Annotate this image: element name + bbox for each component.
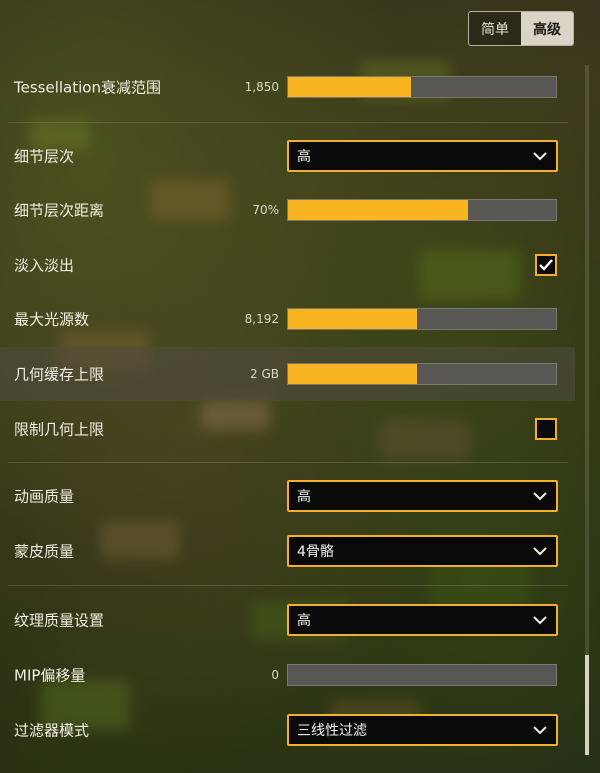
setting-label: 动画质量 bbox=[14, 487, 75, 506]
section-divider bbox=[8, 122, 568, 123]
setting-label: 蒙皮质量 bbox=[14, 542, 75, 561]
fade-checkbox[interactable] bbox=[535, 254, 557, 276]
mode-simple-button[interactable]: 简单 bbox=[469, 12, 521, 45]
setting-row-filter-mode: 过滤器模式 三线性过滤 bbox=[0, 703, 575, 757]
setting-label: 纹理质量设置 bbox=[14, 611, 105, 630]
dropdown-value: 高 bbox=[297, 489, 311, 505]
setting-row-mip-bias: MIP偏移量 0 bbox=[0, 648, 575, 702]
chevron-down-icon bbox=[533, 152, 547, 161]
slider-fill bbox=[288, 309, 417, 329]
lod-distance-slider[interactable] bbox=[287, 199, 557, 221]
setting-label: 最大光源数 bbox=[14, 310, 90, 329]
setting-row-texture-quality: 纹理质量设置 高 bbox=[0, 593, 575, 647]
setting-value: 0 bbox=[271, 668, 279, 682]
slider-fill bbox=[288, 77, 412, 97]
setting-label: 限制几何上限 bbox=[14, 420, 105, 439]
setting-row-limit-geometry: 限制几何上限 bbox=[0, 402, 575, 456]
scrollbar-thumb[interactable] bbox=[585, 655, 589, 755]
tessellation-slider[interactable] bbox=[287, 76, 557, 98]
setting-row-geometry-cache: 几何缓存上限 2 GB bbox=[0, 347, 575, 401]
check-icon bbox=[539, 259, 553, 271]
setting-row-skin-quality: 蒙皮质量 4骨骼 bbox=[0, 524, 575, 578]
setting-label: 细节层次距离 bbox=[14, 201, 105, 220]
setting-label: 细节层次 bbox=[14, 147, 75, 166]
mode-switch: 简单 高级 bbox=[468, 11, 574, 46]
skin-quality-dropdown[interactable]: 4骨骼 bbox=[287, 535, 558, 567]
setting-label: Tessellation衰减范围 bbox=[14, 78, 161, 97]
setting-row-tessellation: Tessellation衰减范围 1,850 bbox=[0, 60, 575, 114]
dropdown-value: 高 bbox=[297, 149, 311, 165]
geometry-cache-slider[interactable] bbox=[287, 363, 557, 385]
slider-fill bbox=[288, 200, 468, 220]
setting-value: 8,192 bbox=[244, 312, 279, 326]
slider-fill bbox=[288, 364, 417, 384]
setting-row-lod: 细节层次 高 bbox=[0, 129, 575, 183]
section-divider bbox=[8, 585, 568, 586]
setting-row-lod-distance: 细节层次距离 70% bbox=[0, 183, 575, 237]
setting-row-animation-quality: 动画质量 高 bbox=[0, 469, 575, 523]
texture-quality-dropdown[interactable]: 高 bbox=[287, 604, 558, 636]
setting-value: 1,850 bbox=[244, 80, 279, 94]
setting-value: 70% bbox=[252, 203, 279, 217]
setting-value: 2 GB bbox=[250, 367, 279, 381]
chevron-down-icon bbox=[533, 726, 547, 735]
dropdown-value: 高 bbox=[297, 613, 311, 629]
setting-label: 过滤器模式 bbox=[14, 721, 90, 740]
chevron-down-icon bbox=[533, 547, 547, 556]
max-lights-slider[interactable] bbox=[287, 308, 557, 330]
dropdown-value: 4骨骼 bbox=[297, 544, 334, 560]
setting-label: 淡入淡出 bbox=[14, 256, 75, 275]
section-divider bbox=[8, 462, 568, 463]
lod-dropdown[interactable]: 高 bbox=[287, 140, 558, 172]
chevron-down-icon bbox=[533, 492, 547, 501]
filter-mode-dropdown[interactable]: 三线性过滤 bbox=[287, 714, 558, 746]
scrollbar[interactable] bbox=[585, 65, 589, 755]
limit-geometry-checkbox[interactable] bbox=[535, 418, 557, 440]
mip-bias-slider[interactable] bbox=[287, 664, 557, 686]
dropdown-value: 三线性过滤 bbox=[297, 723, 367, 739]
animation-quality-dropdown[interactable]: 高 bbox=[287, 480, 558, 512]
mode-advanced-button[interactable]: 高级 bbox=[521, 12, 573, 45]
setting-label: MIP偏移量 bbox=[14, 666, 86, 685]
setting-row-fade: 淡入淡出 bbox=[0, 238, 575, 292]
setting-row-max-lights: 最大光源数 8,192 bbox=[0, 292, 575, 346]
chevron-down-icon bbox=[533, 616, 547, 625]
setting-label: 几何缓存上限 bbox=[14, 365, 105, 384]
